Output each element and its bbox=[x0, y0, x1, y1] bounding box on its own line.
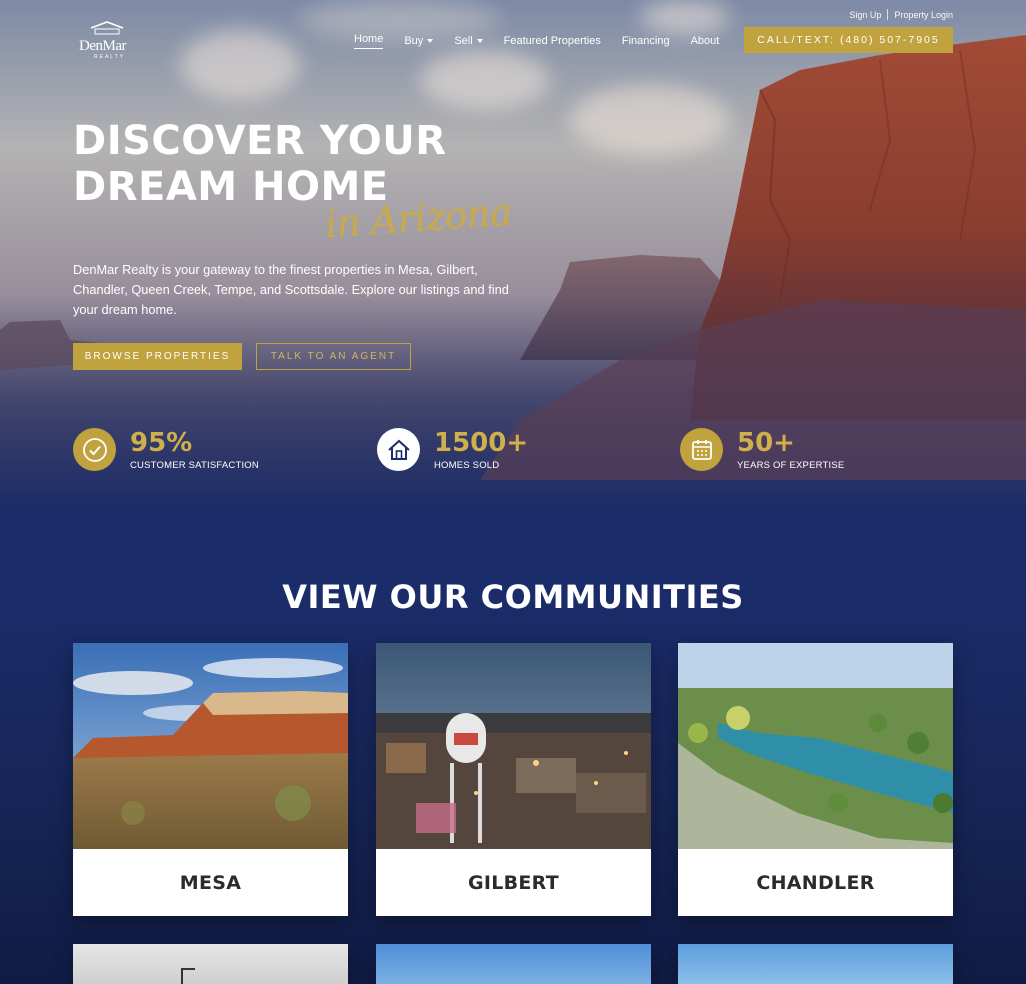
sign-up-link[interactable]: Sign Up bbox=[849, 10, 881, 20]
stat-value: 95% bbox=[130, 427, 193, 458]
partial-image bbox=[376, 944, 651, 984]
stat-homes-sold: 1500+ HOMES SOLD bbox=[377, 428, 528, 471]
community-name: CHANDLER bbox=[756, 871, 875, 894]
chevron-down-icon bbox=[476, 39, 483, 43]
house-roof-icon bbox=[90, 21, 124, 35]
nav-item-label: Financing bbox=[621, 35, 670, 47]
nav-item-label: Home bbox=[354, 33, 384, 45]
stat-label: HOMES SOLD bbox=[434, 459, 500, 471]
check-circle-icon bbox=[73, 428, 116, 471]
logo-brand-text: DenMar bbox=[79, 38, 126, 54]
stat-years-expertise: 50+ YEARS OF EXPERTISE bbox=[680, 428, 844, 471]
community-card-gilbert[interactable]: GILBERT bbox=[376, 643, 651, 916]
nav-item-label: Featured Properties bbox=[503, 35, 601, 47]
communities-heading: VIEW OUR COMMUNITIES bbox=[282, 578, 744, 616]
hero-description: DenMar Realty is your gateway to the fin… bbox=[73, 262, 509, 317]
community-card-partial[interactable] bbox=[73, 944, 348, 984]
community-name: GILBERT bbox=[467, 871, 560, 894]
community-card-chandler[interactable]: CHANDLER bbox=[678, 643, 953, 916]
stat-satisfaction: 95% CUSTOMER SATISFACTION bbox=[73, 428, 259, 471]
hero-title: DISCOVER YOUR DREAM HOME bbox=[73, 118, 447, 210]
mesa-image bbox=[73, 643, 348, 849]
community-card-partial[interactable] bbox=[376, 944, 651, 984]
nav-item-home[interactable]: Home bbox=[354, 33, 384, 49]
house-icon bbox=[377, 428, 420, 471]
stat-value: 1500+ bbox=[434, 427, 529, 458]
site-logo[interactable]: DenMar REALTY bbox=[73, 21, 141, 61]
talk-to-agent-button[interactable]: TALK TO AN AGENT bbox=[256, 343, 411, 370]
nav-item-about[interactable]: About bbox=[691, 33, 720, 49]
top-utility-links: Sign Up Property Login bbox=[849, 9, 953, 20]
nav-item-label: Sell bbox=[454, 35, 473, 47]
nav-item-label: About bbox=[690, 35, 720, 47]
nav-item-sell[interactable]: Sell bbox=[454, 33, 483, 49]
gilbert-image bbox=[376, 643, 651, 849]
nav-item-buy[interactable]: Buy bbox=[404, 33, 434, 49]
stat-value: 50+ bbox=[737, 427, 795, 458]
browse-properties-button[interactable]: BROWSE PROPERTIES bbox=[73, 343, 242, 370]
community-card-mesa[interactable]: MESA bbox=[73, 643, 348, 916]
hero-title-line-1: DISCOVER YOUR bbox=[73, 118, 447, 164]
call-text-button[interactable]: CALL/TEXT: (480) 507-7905 bbox=[744, 27, 953, 53]
partial-image bbox=[73, 944, 348, 984]
logo-sub-text: REALTY bbox=[94, 54, 126, 60]
stat-label: CUSTOMER SATISFACTION bbox=[130, 459, 259, 471]
chevron-down-icon bbox=[427, 39, 434, 43]
nav-item-financing[interactable]: Financing bbox=[622, 33, 670, 49]
community-card-partial[interactable] bbox=[678, 944, 953, 984]
calendar-icon bbox=[680, 428, 723, 471]
property-login-link[interactable]: Property Login bbox=[894, 10, 953, 20]
nav-item-label: Buy bbox=[404, 35, 424, 47]
partial-image bbox=[678, 944, 953, 984]
main-navigation: Home Buy Sell Featured Properties Financ… bbox=[354, 33, 740, 49]
stat-label: YEARS OF EXPERTISE bbox=[737, 459, 845, 471]
chandler-image bbox=[678, 643, 953, 849]
nav-item-featured-properties[interactable]: Featured Properties bbox=[504, 33, 601, 49]
community-name: MESA bbox=[179, 871, 242, 894]
divider bbox=[887, 9, 889, 20]
